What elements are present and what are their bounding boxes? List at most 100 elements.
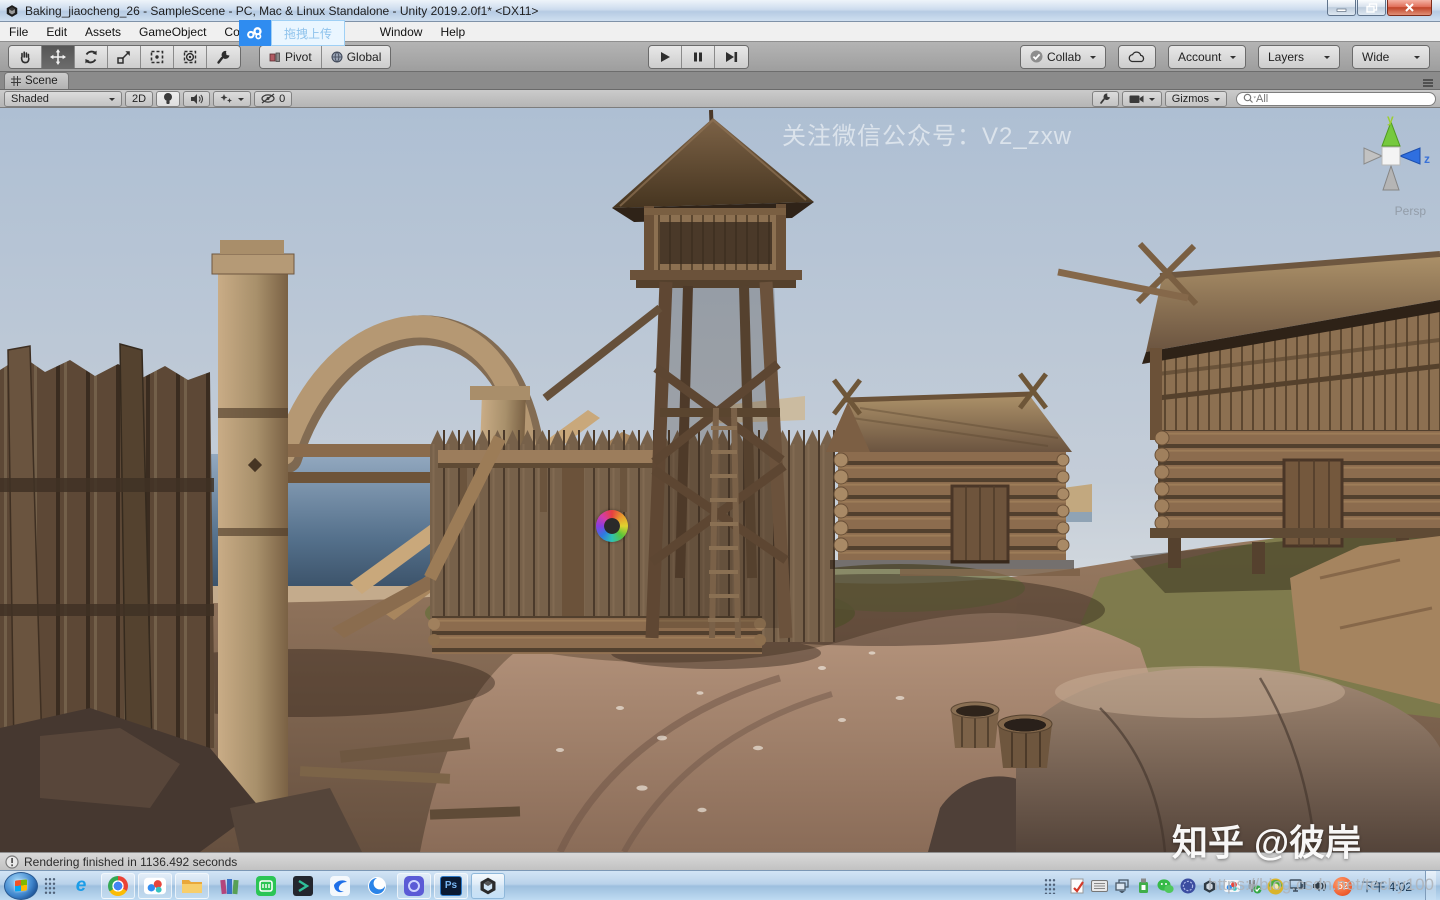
layers-dropdown[interactable]: Layers [1259, 45, 1339, 68]
usb-tray-icon[interactable] [1135, 878, 1152, 895]
scene-viewport[interactable]: y z Persp 关注微信公众号：V2_zxw 知乎 @彼岸 [0, 108, 1440, 863]
media-encoder-icon[interactable] [286, 873, 320, 899]
audio-toggle[interactable] [183, 90, 211, 107]
step-button[interactable] [715, 45, 748, 68]
menu-item-assets[interactable]: Assets [76, 22, 130, 42]
playmode-group [648, 44, 749, 69]
file-explorer-icon[interactable] [175, 872, 209, 899]
gizmo-x-cone[interactable] [1363, 147, 1384, 165]
browser-swirl-icon[interactable] [360, 873, 394, 899]
photoshop-icon[interactable]: Ps [434, 872, 468, 899]
status-bar[interactable]: Rendering finished in 1136.492 seconds [0, 852, 1440, 870]
ime-keyboard-icon[interactable] [1091, 878, 1109, 895]
effects-dropdown[interactable] [213, 90, 252, 107]
lighting-toggle[interactable] [156, 90, 181, 107]
log-cabin-small[interactable] [826, 372, 1080, 576]
gizmo-z-cone[interactable] [1398, 147, 1421, 165]
scene-tools-button[interactable] [1091, 90, 1119, 107]
security-ball-tray-icon[interactable] [1267, 878, 1284, 895]
layers-group: Layers [1258, 44, 1340, 69]
menu-item-gameobject[interactable]: GameObject [130, 22, 215, 42]
restore-windows-tray-icon[interactable] [1113, 878, 1130, 895]
rotate-icon [85, 50, 97, 63]
custom-tool-button[interactable] [207, 45, 240, 68]
taskbar-clock[interactable]: 下午 4:02 [1357, 878, 1420, 895]
wechat-tray-icon[interactable] [1157, 878, 1174, 895]
system-tray: 52 下午 4:02 [1044, 871, 1440, 900]
thunder-icon[interactable] [323, 873, 357, 899]
gizmos-label: Gizmos [1171, 92, 1209, 105]
music-app-icon[interactable] [397, 872, 431, 899]
window-title: Baking_jiaocheng_26 - SampleScene - PC, … [25, 3, 539, 18]
gizmo-cube[interactable] [1381, 146, 1401, 166]
baidu-netdisk-icon [239, 20, 271, 46]
projection-label[interactable]: Persp [1395, 204, 1426, 218]
scene-visibility-toggle[interactable]: 0 [254, 90, 293, 107]
netdisk-upload-overlay[interactable]: 拖拽上传 [239, 20, 345, 46]
collab-group: Collab [1019, 44, 1106, 69]
move-icon [50, 48, 66, 65]
pivot-toggle-button[interactable]: Pivot [260, 45, 322, 68]
transform-tool-button[interactable] [174, 45, 207, 68]
rotate-tool-button[interactable] [75, 45, 108, 68]
drag-upload-label[interactable]: 拖拽上传 [271, 20, 345, 46]
taskbar-handle-dots[interactable] [44, 876, 56, 895]
show-desktop-button[interactable] [1425, 871, 1436, 900]
global-label: Global [346, 49, 382, 64]
hidden-icons-grid[interactable] [1044, 878, 1057, 894]
close-button[interactable] [1387, 0, 1432, 16]
power-plug-tray-icon[interactable] [1245, 878, 1262, 895]
account-group: Account [1168, 44, 1246, 69]
ie-icon[interactable]: e [64, 873, 98, 899]
collab-dropdown[interactable]: Collab [1020, 45, 1105, 68]
pause-button[interactable] [682, 45, 715, 68]
unity-taskbar-icon[interactable] [471, 872, 505, 899]
menu-item-help[interactable]: Help [431, 22, 474, 42]
unity-tray-icon[interactable] [1201, 878, 1218, 895]
notes-tray-icon[interactable] [1069, 878, 1086, 895]
volume-tray-icon[interactable] [1311, 878, 1328, 895]
search-icon [1243, 93, 1256, 103]
network-tray-icon[interactable] [1289, 878, 1306, 895]
minimize-button[interactable] [1327, 0, 1356, 16]
draw-mode-dropdown[interactable]: Shaded [4, 90, 122, 107]
winrar-icon[interactable] [212, 873, 246, 899]
eye-crossed-icon [261, 93, 275, 104]
layout-dropdown[interactable]: Wide [1353, 45, 1429, 68]
grid-icon [11, 76, 21, 86]
left-palisade[interactable] [0, 343, 215, 756]
blue-badge-tray-icon[interactable] [1179, 878, 1196, 895]
cloud-button[interactable] [1119, 45, 1155, 68]
scene-render[interactable] [0, 108, 1440, 852]
chrome-icon[interactable] [101, 872, 135, 899]
netdisk-tray-icon[interactable] [1223, 878, 1240, 895]
restore-button[interactable] [1357, 0, 1386, 16]
global-toggle-button[interactable]: Global [321, 45, 391, 68]
scene-search-input[interactable] [1256, 92, 1416, 105]
iqiyi-icon[interactable] [249, 873, 283, 899]
baidu-netdisk-taskbar-icon[interactable] [138, 872, 172, 899]
menu-item-file[interactable]: File [0, 22, 37, 42]
rect-tool-button[interactable] [141, 45, 174, 68]
2d-toggle[interactable]: 2D [125, 90, 154, 107]
gizmo-down-cone[interactable] [1382, 164, 1400, 191]
tab-scene[interactable]: Scene [4, 72, 69, 89]
move-tool-button[interactable] [42, 45, 75, 68]
camera-settings-dropdown[interactable] [1121, 90, 1162, 107]
temp-ball-badge[interactable]: 52 [1333, 876, 1353, 896]
gizmos-dropdown[interactable]: Gizmos [1164, 90, 1227, 107]
wrench-icon [216, 50, 229, 64]
hand-tool-button[interactable] [9, 45, 42, 68]
window-titlebar[interactable]: Baking_jiaocheng_26 - SampleScene - PC, … [0, 0, 1440, 22]
start-button[interactable] [4, 871, 38, 900]
menu-item-edit[interactable]: Edit [37, 22, 76, 42]
layout-group: Wide [1352, 44, 1430, 69]
play-button[interactable] [649, 45, 682, 68]
light-probe-gizmo[interactable] [596, 510, 628, 542]
scene-search-field[interactable] [1236, 91, 1436, 106]
scale-tool-button[interactable] [108, 45, 141, 68]
menu-item-window[interactable]: Window [371, 22, 432, 42]
account-dropdown[interactable]: Account [1169, 45, 1245, 68]
scene-toolbar: Shaded 2D 0 Gizmos All [0, 90, 1440, 108]
rect-tool-icon [150, 50, 164, 63]
